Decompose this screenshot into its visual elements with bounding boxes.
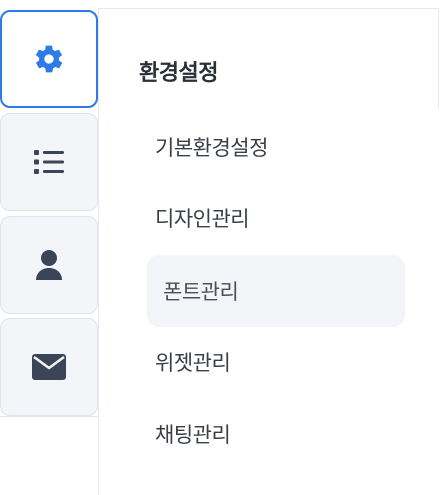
gear-icon (35, 45, 63, 73)
menu-item-chat[interactable]: 채팅관리 (147, 398, 405, 470)
rail-mail-button[interactable] (0, 318, 98, 416)
rail-user-button[interactable] (0, 216, 98, 314)
menu-item-design[interactable]: 디자인관리 (147, 182, 405, 254)
envelope-icon (32, 354, 66, 380)
user-icon (36, 250, 62, 280)
menu-item-basic-settings[interactable]: 기본환경설정 (147, 111, 405, 183)
menu-item-label: 기본환경설정 (155, 136, 268, 160)
list-icon (34, 150, 64, 174)
menu-item-widget[interactable]: 위젯관리 (147, 326, 405, 398)
menu-item-label: 채팅관리 (155, 423, 231, 447)
rail-list-button[interactable] (0, 113, 98, 211)
rail-divider (0, 416, 100, 417)
icon-rail (0, 0, 100, 495)
panel-title: 환경설정 (139, 61, 218, 86)
menu-item-label: 위젯관리 (155, 351, 231, 375)
menu-item-label: 폰트관리 (163, 280, 239, 304)
app-frame: 환경설정 기본환경설정 디자인관리 폰트관리 위젯관리 채팅관리 (0, 0, 443, 495)
rail-settings-button[interactable] (0, 10, 98, 108)
settings-panel: 환경설정 기본환경설정 디자인관리 폰트관리 위젯관리 채팅관리 (98, 8, 438, 495)
menu-item-label: 디자인관리 (155, 207, 250, 231)
menu-item-font[interactable]: 폰트관리 (147, 255, 405, 327)
panel-edge (438, 8, 439, 108)
